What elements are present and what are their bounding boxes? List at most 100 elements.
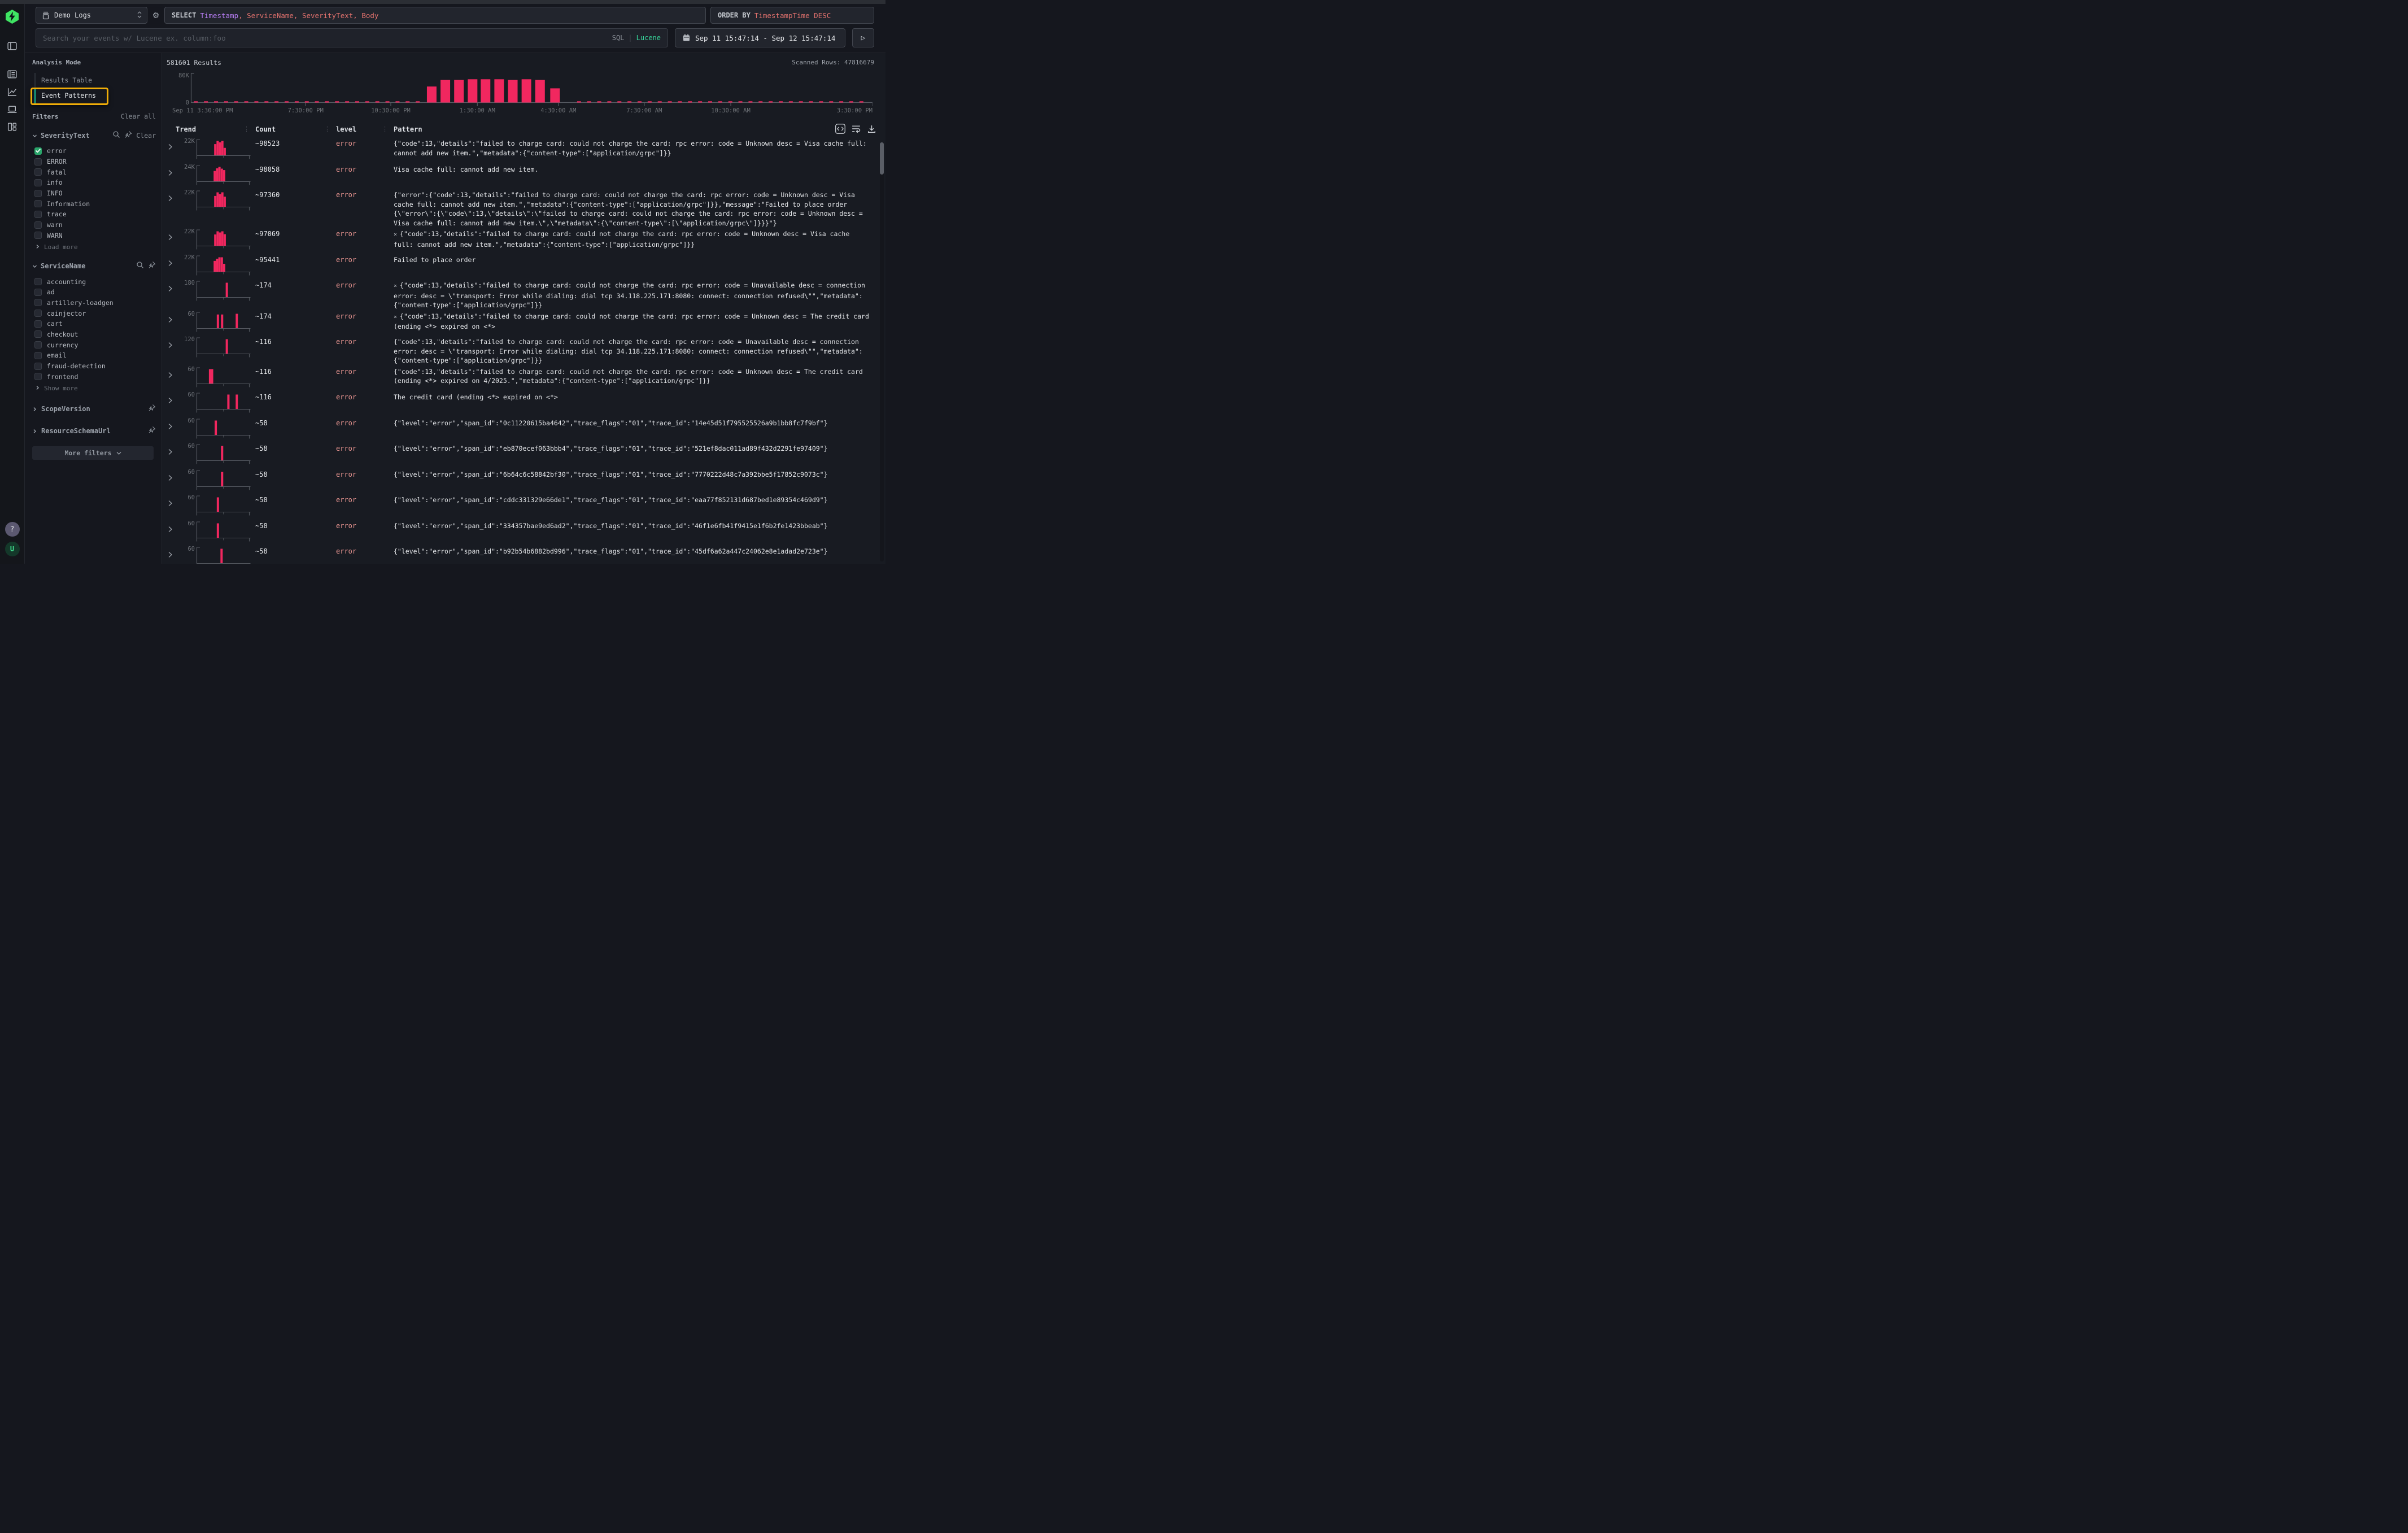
pin-icon[interactable] [148, 425, 156, 436]
clear-all-button[interactable]: Clear all [121, 112, 156, 120]
filter-option[interactable]: fraud-detection [34, 361, 157, 372]
checkbox[interactable] [34, 278, 42, 285]
checkbox[interactable] [34, 289, 42, 296]
filter-clear-button[interactable]: Clear [136, 132, 156, 140]
chevron-down-icon[interactable] [32, 130, 37, 141]
col-trend[interactable]: Trend [176, 125, 196, 133]
table-row[interactable]: 180~174error×{"code":13,"details":"faile… [167, 279, 885, 310]
chevron-right-icon[interactable] [167, 545, 176, 564]
table-row[interactable]: 60~116error{"code":13,"details":"failed … [167, 365, 885, 391]
pin-icon[interactable] [148, 260, 156, 271]
nav-results-table[interactable]: Results Table [34, 73, 157, 88]
log-search-icon[interactable] [7, 68, 18, 80]
chevron-right-icon[interactable] [167, 391, 176, 417]
checkbox[interactable] [34, 168, 42, 176]
column-resize-handle[interactable]: ⋮ [243, 125, 250, 133]
filter-option[interactable]: ERROR [34, 156, 157, 167]
filter-option[interactable]: ad [34, 287, 157, 298]
checkbox[interactable] [34, 373, 42, 380]
time-range-picker[interactable]: Sep 11 15:47:14 - Sep 12 15:47:14 [675, 28, 845, 47]
mode-lucene-toggle[interactable]: Lucene [636, 34, 661, 42]
chevron-right-icon[interactable] [167, 417, 176, 443]
pin-icon[interactable] [124, 130, 132, 141]
dismiss-x-icon[interactable]: × [394, 232, 397, 238]
chevron-right-icon[interactable] [167, 442, 176, 468]
filter-option[interactable]: fatal [34, 167, 157, 177]
source-settings-button[interactable]: ⚙ [147, 7, 164, 24]
col-count[interactable]: Count [255, 125, 276, 133]
checkbox[interactable] [34, 310, 42, 317]
filter-option[interactable]: error [34, 146, 157, 156]
chevron-right-icon[interactable] [167, 310, 176, 336]
chart-icon[interactable] [7, 86, 18, 97]
search-icon[interactable] [112, 130, 120, 141]
column-resize-handle[interactable]: ⋮ [382, 125, 388, 133]
dashboards-icon[interactable] [7, 121, 18, 132]
filter-option[interactable]: info [34, 177, 157, 188]
chevron-right-icon[interactable] [167, 228, 176, 254]
filter-option[interactable]: currency [34, 339, 157, 350]
chevron-right-icon[interactable] [167, 520, 176, 546]
col-pattern[interactable]: Pattern [394, 125, 422, 133]
checkbox[interactable] [34, 179, 42, 186]
filter-option[interactable]: warn [34, 220, 157, 230]
more-filters-button[interactable]: More filters [32, 446, 154, 460]
user-avatar[interactable]: U [5, 542, 20, 556]
checkbox[interactable] [34, 330, 42, 338]
checkbox[interactable] [34, 363, 42, 370]
checkbox[interactable] [34, 221, 42, 229]
table-row[interactable]: 60~58error{"level":"error","span_id":"eb… [167, 442, 885, 468]
table-row[interactable]: 60~174error×{"code":13,"details":"failed… [167, 310, 885, 336]
load-more-button[interactable]: Load more [35, 243, 157, 251]
code-icon[interactable] [835, 124, 845, 134]
dismiss-x-icon[interactable]: × [394, 283, 397, 289]
help-button[interactable]: ? [5, 522, 20, 537]
table-row[interactable]: 24K~98058errorVisa cache full: cannot ad… [167, 163, 885, 189]
table-row[interactable]: 60~116errorThe credit card (ending <*> e… [167, 391, 885, 417]
chevron-right-icon[interactable] [167, 189, 176, 228]
chevron-right-icon[interactable] [167, 254, 176, 280]
filter-group-resourceschemaurl[interactable]: ResourceSchemaUrl [32, 425, 157, 436]
load-more-button[interactable]: Show more [35, 385, 157, 392]
checkbox[interactable] [34, 211, 42, 218]
source-selector[interactable]: Demo Logs [36, 7, 147, 24]
table-row[interactable]: 22K~95441errorFailed to place order [167, 254, 885, 280]
column-resize-handle[interactable]: ⋮ [324, 125, 330, 133]
filter-option[interactable]: INFO [34, 188, 157, 199]
search-icon[interactable] [136, 260, 144, 271]
chevron-right-icon[interactable] [167, 365, 176, 391]
filter-option[interactable]: WARN [34, 230, 157, 241]
filter-group-scopeversion[interactable]: ScopeVersion [32, 403, 157, 414]
filter-option[interactable]: cart [34, 319, 157, 329]
run-query-button[interactable]: ▷ [852, 28, 874, 47]
filter-option[interactable]: frontend [34, 371, 157, 382]
checkbox[interactable] [34, 232, 42, 239]
filter-option[interactable]: Information [34, 198, 157, 209]
mode-sql-toggle[interactable]: SQL [612, 34, 625, 42]
filter-group-title[interactable]: SeverityText [41, 132, 90, 140]
checkbox[interactable] [34, 320, 42, 328]
filter-option[interactable]: cainjector [34, 308, 157, 319]
results-histogram[interactable]: 80K0Sep 11 3:30:00 PM7:30:00 PM10:30:00 … [172, 71, 885, 120]
download-icon[interactable] [867, 124, 876, 134]
checkbox[interactable] [34, 352, 42, 359]
checkbox[interactable] [34, 190, 42, 197]
filter-option[interactable]: trace [34, 209, 157, 220]
scrollbar[interactable] [880, 142, 884, 561]
table-row[interactable]: 60~58error{"level":"error","span_id":"b9… [167, 545, 885, 564]
table-row[interactable]: 22K~97069error×{"code":13,"details":"fai… [167, 228, 885, 254]
checkbox[interactable] [34, 299, 42, 306]
checkbox[interactable] [34, 341, 42, 349]
table-row[interactable]: 22K~98523error{"code":13,"details":"fail… [167, 137, 885, 163]
table-row[interactable]: 60~58error{"level":"error","span_id":"0c… [167, 417, 885, 443]
sessions-icon[interactable] [7, 103, 18, 115]
checkbox[interactable] [34, 200, 42, 207]
table-row[interactable]: 120~116error{"code":13,"details":"failed… [167, 336, 885, 365]
checkbox[interactable] [34, 158, 42, 166]
col-level[interactable]: level [336, 125, 356, 133]
filter-option[interactable]: artillery-loadgen [34, 298, 157, 308]
filter-option[interactable]: email [34, 350, 157, 361]
collapse-panel-icon[interactable] [7, 40, 18, 51]
table-row[interactable]: 22K~97360error{"error":{"code":13,"detai… [167, 189, 885, 228]
hyperdx-logo-icon[interactable] [5, 9, 20, 24]
